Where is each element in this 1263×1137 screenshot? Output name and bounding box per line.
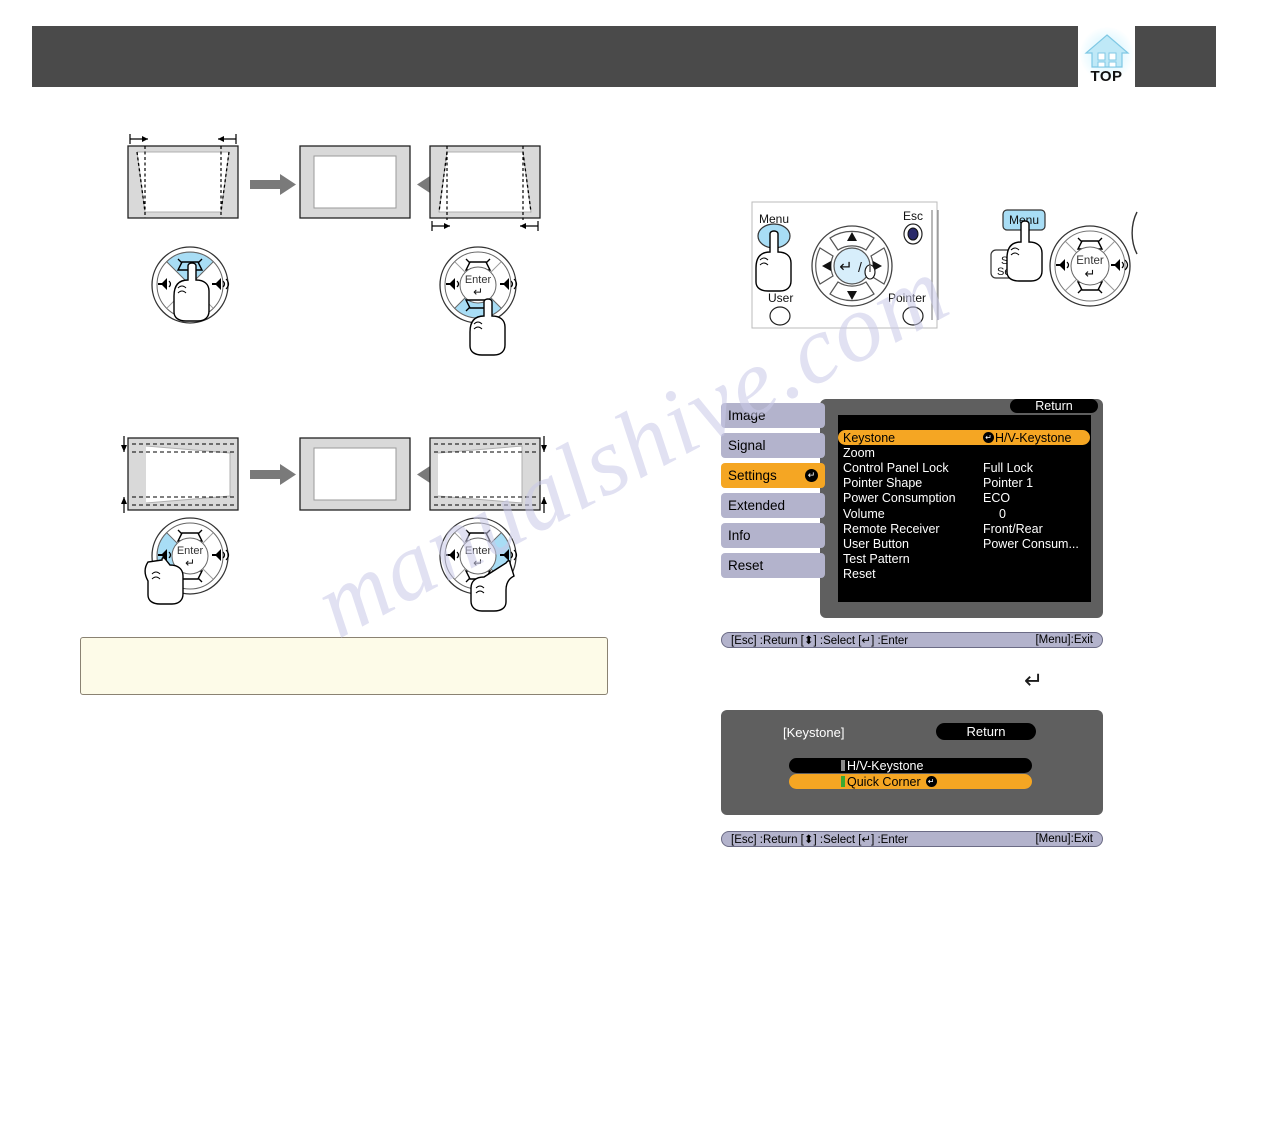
menu-row-value: Full Lock	[983, 460, 1034, 475]
svg-text:↵: ↵	[185, 556, 195, 570]
menu-row-test-pattern[interactable]: Test Pattern	[838, 552, 1096, 567]
house-icon	[1084, 34, 1130, 68]
osd-sidebar: Image Signal Settings ↵ Extended Info Re…	[721, 403, 825, 583]
remote-user-label: User	[768, 291, 793, 305]
sidebar-label: Info	[728, 528, 751, 543]
keystone-return-button[interactable]: Return	[936, 723, 1036, 740]
menu-row-volume[interactable]: Volume 0	[838, 506, 1096, 521]
sidebar-item-signal[interactable]: Signal	[721, 433, 825, 458]
panel-enter-label: Enter	[1076, 255, 1104, 267]
osd-settings-menu: Image Signal Settings ↵ Extended Info Re…	[721, 399, 1103, 618]
sidebar-item-reset[interactable]: Reset	[721, 553, 825, 578]
vertical-keystone-diagram: Enter ↵	[127, 134, 541, 356]
menu-row-zoom[interactable]: Zoom	[838, 445, 1096, 460]
menu-row-control-panel-lock[interactable]: Control Panel Lock Full Lock	[838, 460, 1096, 475]
menu-row-label: Keystone	[843, 430, 896, 445]
keystone-option-quick-corner[interactable]: Quick Corner ↵	[789, 774, 1032, 789]
menu-row-value: Pointer 1	[983, 476, 1034, 491]
keypad-vertical-down: Enter ↵	[439, 246, 518, 356]
osd-menu-rows: Keystone ↵ H/V-Keystone Zoom Control Pan…	[838, 430, 1096, 582]
hint-right-text: [Menu]:Exit	[1035, 833, 1093, 845]
osd-hint-bar-keystone: [Esc] :Return [⬍] :Select [↵] :Enter [Me…	[721, 831, 1103, 847]
keypad-horizontal-left: Enter ↵	[144, 517, 230, 605]
menu-row-label: Test Pattern	[843, 552, 910, 567]
horizontal-keystone-diagram: Enter ↵ Enter ↵	[121, 436, 547, 612]
menu-row-label: Reset	[843, 567, 876, 582]
menu-row-pointer-shape[interactable]: Pointer Shape Pointer 1	[838, 476, 1096, 491]
menu-row-remote-receiver[interactable]: Remote Receiver Front/Rear	[838, 521, 1096, 536]
keystone-option-hv[interactable]: H/V-Keystone	[789, 758, 1032, 773]
top-logo-button[interactable]: TOP	[1078, 25, 1135, 88]
remote-control-illustration: Menu ↵ / Esc User Pointer	[751, 201, 939, 329]
option-label: Quick Corner	[847, 774, 921, 789]
option-marker	[841, 776, 845, 787]
menu-row-value: Power Consum...	[983, 536, 1079, 551]
option-marker	[841, 760, 845, 771]
sidebar-label: Signal	[728, 438, 766, 453]
sidebar-label: Settings	[728, 468, 777, 483]
menu-row-label: Zoom	[843, 445, 875, 460]
enter-icon: ↵	[925, 776, 937, 787]
menu-row-label: Volume	[843, 506, 885, 521]
menu-row-label: User Button	[843, 536, 910, 551]
osd-hint-bar-settings: [Esc] :Return [⬍] :Select [↵] :Enter [Me…	[721, 632, 1103, 648]
svg-text:↵: ↵	[1085, 267, 1096, 282]
menu-row-value: ↵ H/V-Keystone	[983, 431, 1090, 445]
svg-text:↵: ↵	[839, 257, 852, 276]
sidebar-item-extended[interactable]: Extended	[721, 493, 825, 518]
menu-row-value-text: H/V-Keystone	[995, 430, 1072, 445]
control-panel-illustration: Menu Sour Search Enter ↵	[990, 209, 1138, 307]
hint-left-text: [Esc] :Return [⬍] :Select [↵] :Enter	[731, 834, 909, 846]
note-box	[80, 637, 608, 695]
osd-return-button[interactable]: Return	[1010, 399, 1098, 413]
menu-row-user-button[interactable]: User Button Power Consum...	[838, 536, 1096, 551]
sidebar-item-settings[interactable]: Settings ↵	[721, 463, 825, 488]
svg-text:/: /	[858, 259, 862, 275]
enter-icon: ↵	[805, 469, 818, 482]
menu-row-label: Remote Receiver	[843, 521, 940, 536]
sidebar-label: Extended	[728, 498, 786, 513]
hint-left-text: [Esc] :Return [⬍] :Select [↵] :Enter	[731, 635, 909, 647]
option-label: H/V-Keystone	[847, 758, 924, 773]
remote-menu-label: Menu	[759, 212, 789, 226]
keypad-horizontal-right: Enter ↵	[439, 517, 518, 612]
menu-row-label: Power Consumption	[843, 491, 956, 506]
top-logo-label: TOP	[1090, 68, 1123, 85]
sidebar-label: Image	[728, 408, 766, 423]
menu-row-power-consumption[interactable]: Power Consumption ECO	[838, 491, 1096, 506]
sidebar-label: Reset	[728, 558, 764, 573]
keypad-vertical-up	[151, 246, 230, 324]
osd-keystone-dialog: [Keystone] Return H/V-Keystone Quick Cor…	[721, 710, 1103, 815]
remote-esc-label: Esc	[903, 209, 923, 223]
sidebar-item-image[interactable]: Image	[721, 403, 825, 428]
keystone-dialog-title: [Keystone]	[783, 725, 845, 740]
enter-icon: ↵	[983, 432, 994, 444]
menu-row-keystone[interactable]: Keystone ↵ H/V-Keystone	[838, 430, 1090, 446]
menu-row-value: ECO	[983, 491, 1011, 506]
remote-pointer-label: Pointer	[888, 291, 926, 305]
hint-right-text: [Menu]:Exit	[1035, 634, 1093, 646]
enter-step-icon: ↵	[1024, 668, 1044, 694]
menu-row-value: 0	[999, 506, 1006, 521]
menu-row-label: Control Panel Lock	[843, 460, 949, 475]
sidebar-item-info[interactable]: Info	[721, 523, 825, 548]
menu-row-reset[interactable]: Reset	[838, 567, 1096, 582]
menu-row-value: Front/Rear	[983, 521, 1043, 536]
svg-text:↵: ↵	[473, 556, 483, 570]
svg-text:↵: ↵	[473, 285, 483, 299]
header-bar	[32, 26, 1216, 87]
menu-row-label: Pointer Shape	[843, 476, 923, 491]
